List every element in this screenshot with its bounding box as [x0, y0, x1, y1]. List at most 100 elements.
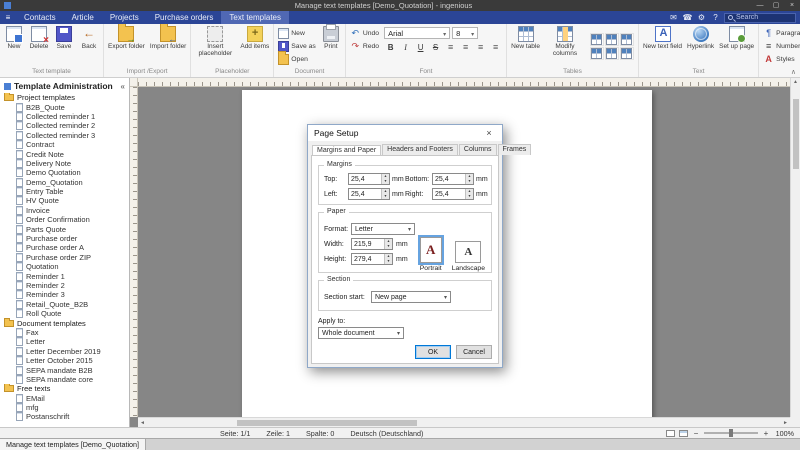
dialog-tab-headers-and-footers[interactable]: Headers and Footers [382, 144, 458, 155]
tree-item-mfg[interactable]: mfg [2, 403, 127, 412]
menu-tab-contacts[interactable]: Contacts [16, 11, 64, 24]
spin-down-icon[interactable] [466, 179, 473, 184]
ribbon-button-redo[interactable]: Redo [348, 40, 381, 52]
tree-item-sepa-mandate-core[interactable]: SEPA mandate core [2, 375, 127, 384]
scroll-right-icon[interactable]: ► [781, 420, 790, 426]
menu-tab-projects[interactable]: Projects [102, 11, 147, 24]
tree-item-roll-quote[interactable]: Roll Quote [2, 309, 127, 318]
portrait-option[interactable]: Portrait [420, 237, 442, 272]
ribbon-button-hyperlink[interactable]: Hyperlink [685, 25, 716, 67]
search-box[interactable]: Search [724, 13, 796, 23]
menu-tab-text-templates[interactable]: Text templates [221, 11, 289, 24]
tree-item-postanschrift[interactable]: Postanschrift [2, 412, 127, 421]
ribbon-button-open[interactable]: Open [276, 53, 318, 65]
tree-item-collected-reminder-3[interactable]: Collected reminder 3 [2, 131, 127, 140]
justify-button[interactable]: ≡ [489, 41, 502, 53]
ribbon-button-export-folder[interactable]: Export folder [106, 25, 147, 67]
ribbon-button-numbering[interactable]: Numbering [761, 40, 800, 52]
dialog-tab-frames[interactable]: Frames [498, 144, 532, 155]
ribbon-button-set-up-page[interactable]: Set up page [717, 25, 756, 67]
align-right-button[interactable]: ≡ [474, 41, 487, 53]
ribbon-button-undo[interactable]: Undo [348, 27, 381, 39]
zoom-level[interactable]: 100% [774, 429, 794, 438]
underline-button[interactable]: U [414, 41, 427, 53]
ribbon-button-new-table[interactable]: New table [509, 25, 542, 67]
margin-top-spinner[interactable]: 25,4 [348, 173, 390, 185]
tree-item-order-confirmation[interactable]: Order Confirmation [2, 215, 127, 224]
tree-item-purchase-order-zip[interactable]: Purchase order ZIP [2, 253, 127, 262]
spin-down-icon[interactable] [466, 194, 473, 199]
tree-item-collected-reminder-1[interactable]: Collected reminder 1 [2, 112, 127, 121]
tree-item-reminder-1[interactable]: Reminder 1 [2, 271, 127, 280]
scroll-left-icon[interactable]: ◄ [138, 420, 147, 426]
tree-item-demo-quotation[interactable]: Demo_Quotation [2, 178, 127, 187]
italic-button[interactable]: I [399, 41, 412, 53]
cancel-button[interactable]: Cancel [456, 345, 492, 359]
margin-left-spinner[interactable]: 25,4 [348, 188, 390, 200]
scrollbar-thumb[interactable] [793, 99, 799, 169]
dialog-close-icon[interactable] [482, 128, 496, 138]
ribbon-icon-delete-column[interactable] [605, 33, 619, 46]
ribbon-button-delete[interactable]: Delete [27, 25, 51, 67]
tree-folder-document-templates[interactable]: Document templates [2, 318, 127, 327]
tree-item-invoice[interactable]: Invoice [2, 206, 127, 215]
ribbon-button-paragraph[interactable]: Paragraph [761, 27, 800, 39]
vertical-scrollbar[interactable]: ▲ [790, 78, 800, 417]
tree-item-purchase-order[interactable]: Purchase order [2, 234, 127, 243]
spin-down-icon[interactable] [382, 194, 389, 199]
dialog-tab-columns[interactable]: Columns [459, 144, 497, 155]
tree-item-credit-note[interactable]: Credit Note [2, 149, 127, 158]
ribbon-icon-insert-column[interactable] [590, 33, 604, 46]
tree-item-hv-quote[interactable]: HV Quote [2, 196, 127, 205]
ribbon-button-import-folder[interactable]: Import folder [148, 25, 189, 67]
tree-item-contract[interactable]: Contract [2, 140, 127, 149]
align-center-button[interactable]: ≡ [459, 41, 472, 53]
ribbon-button-modify-columns[interactable]: Modify columns [543, 25, 587, 67]
ribbon-icon-split-cells[interactable] [620, 47, 634, 60]
app-menu-icon[interactable] [0, 11, 16, 24]
scrollbar-thumb[interactable] [237, 420, 417, 426]
ribbon-button-print[interactable]: Print [319, 25, 343, 67]
section-start-select[interactable]: New page [371, 291, 451, 303]
tree-folder-project-templates[interactable]: Project templates [2, 93, 127, 102]
print-layout-icon[interactable] [666, 430, 675, 437]
menu-tab-purchase-orders[interactable]: Purchase orders [147, 11, 222, 24]
tree-item-retail-quote-b2b[interactable]: Retail_Quote_B2B [2, 300, 127, 309]
zoom-slider-thumb[interactable] [729, 429, 733, 437]
tree-item-reminder-2[interactable]: Reminder 2 [2, 281, 127, 290]
phone-icon[interactable]: ☎ [682, 12, 693, 23]
tree-item-quotation[interactable]: Quotation [2, 262, 127, 271]
web-layout-icon[interactable] [679, 430, 688, 437]
ribbon-icon-merge-cells[interactable] [620, 33, 634, 46]
status-language[interactable]: Deutsch (Deutschland) [342, 429, 431, 438]
tree-item-delivery-note[interactable]: Delivery Note [2, 159, 127, 168]
tree-item-fax[interactable]: Fax [2, 328, 127, 337]
mail-icon[interactable]: ✉ [668, 12, 679, 23]
paper-width-spinner[interactable]: 215,9 [351, 238, 393, 250]
settings-icon[interactable]: ⚙ [696, 12, 707, 23]
ribbon-button-new[interactable]: New [2, 25, 26, 67]
minimize-button[interactable]: — [752, 0, 768, 11]
apply-to-select[interactable]: Whole document [318, 327, 404, 339]
ribbon-button-save[interactable]: Save [52, 25, 76, 67]
font-name-combo[interactable]: Arial [384, 27, 450, 39]
tree-item-b2b-quote[interactable]: B2B_Quote [2, 102, 127, 111]
format-select[interactable]: Letter [351, 223, 415, 235]
tree-item-parts-quote[interactable]: Parts Quote [2, 224, 127, 233]
tree-item-sepa-mandate-b2b[interactable]: SEPA mandate B2B [2, 365, 127, 374]
document-tab[interactable]: Manage text templates [Demo_Quotation] [0, 439, 146, 450]
zoom-in-button[interactable]: + [762, 429, 770, 438]
horizontal-scrollbar[interactable]: ◄► [138, 417, 790, 427]
ribbon-button-new[interactable]: New [276, 27, 318, 39]
align-left-button[interactable]: ≡ [444, 41, 457, 53]
maximize-button[interactable]: ▢ [768, 0, 784, 11]
tree-folder-free-texts[interactable]: Free texts [2, 384, 127, 393]
ribbon-button-styles[interactable]: Styles [761, 53, 800, 65]
ribbon-icon-insert-row[interactable] [590, 47, 604, 60]
tree-item-entry-table[interactable]: Entry Table [2, 187, 127, 196]
margin-right-spinner[interactable]: 25,4 [432, 188, 474, 200]
ribbon-button-insert-placeholder[interactable]: Insert placeholder [193, 25, 237, 67]
tree-item-purchase-order-a[interactable]: Purchase order A [2, 243, 127, 252]
tree-item-letter-october-2015[interactable]: Letter October 2015 [2, 356, 127, 365]
spin-down-icon[interactable] [385, 244, 392, 249]
